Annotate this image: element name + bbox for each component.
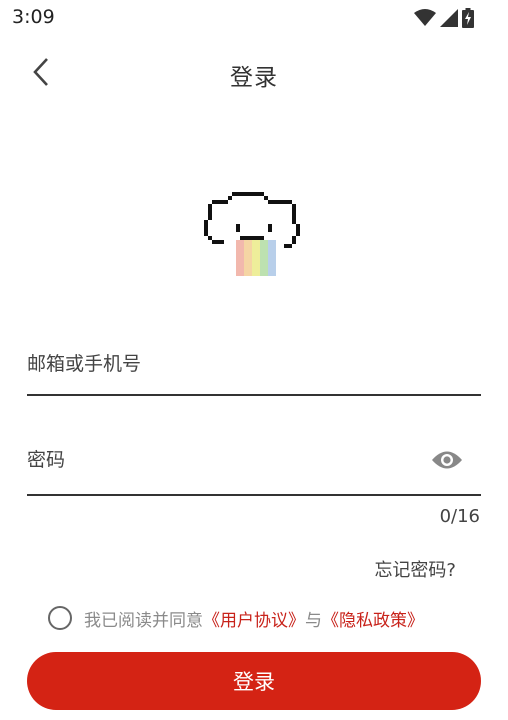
agreement-joiner: 与 <box>305 610 322 631</box>
password-char-counter: 0/16 <box>439 506 480 527</box>
battery-charging-icon <box>462 8 474 28</box>
agreement-row: 我已阅读并同意 《用户协议》 与 《隐私政策》 <box>48 604 424 632</box>
eye-icon <box>432 451 462 469</box>
toggle-password-visibility-button[interactable] <box>431 446 463 474</box>
cellular-signal-icon <box>440 9 458 27</box>
page-title: 登录 <box>230 65 278 91</box>
app-bar: 登录 <box>0 44 508 100</box>
email-field <box>27 346 481 396</box>
status-icons <box>414 6 474 30</box>
status-bar: 3:09 <box>0 0 508 36</box>
password-input[interactable] <box>27 444 407 476</box>
wifi-icon <box>414 9 436 26</box>
forgot-password-link[interactable]: 忘记密码? <box>374 556 456 582</box>
pixel-cloud-logo <box>204 192 300 276</box>
password-field <box>27 444 481 496</box>
user-agreement-link[interactable]: 《用户协议》 <box>203 606 305 631</box>
email-input[interactable] <box>27 348 407 380</box>
agreement-checkbox[interactable] <box>48 606 72 630</box>
login-button[interactable]: 登录 <box>27 652 481 710</box>
status-time: 3:09 <box>12 6 55 28</box>
privacy-policy-link[interactable]: 《隐私政策》 <box>322 606 424 631</box>
agreement-prefix: 我已阅读并同意 <box>84 610 203 631</box>
